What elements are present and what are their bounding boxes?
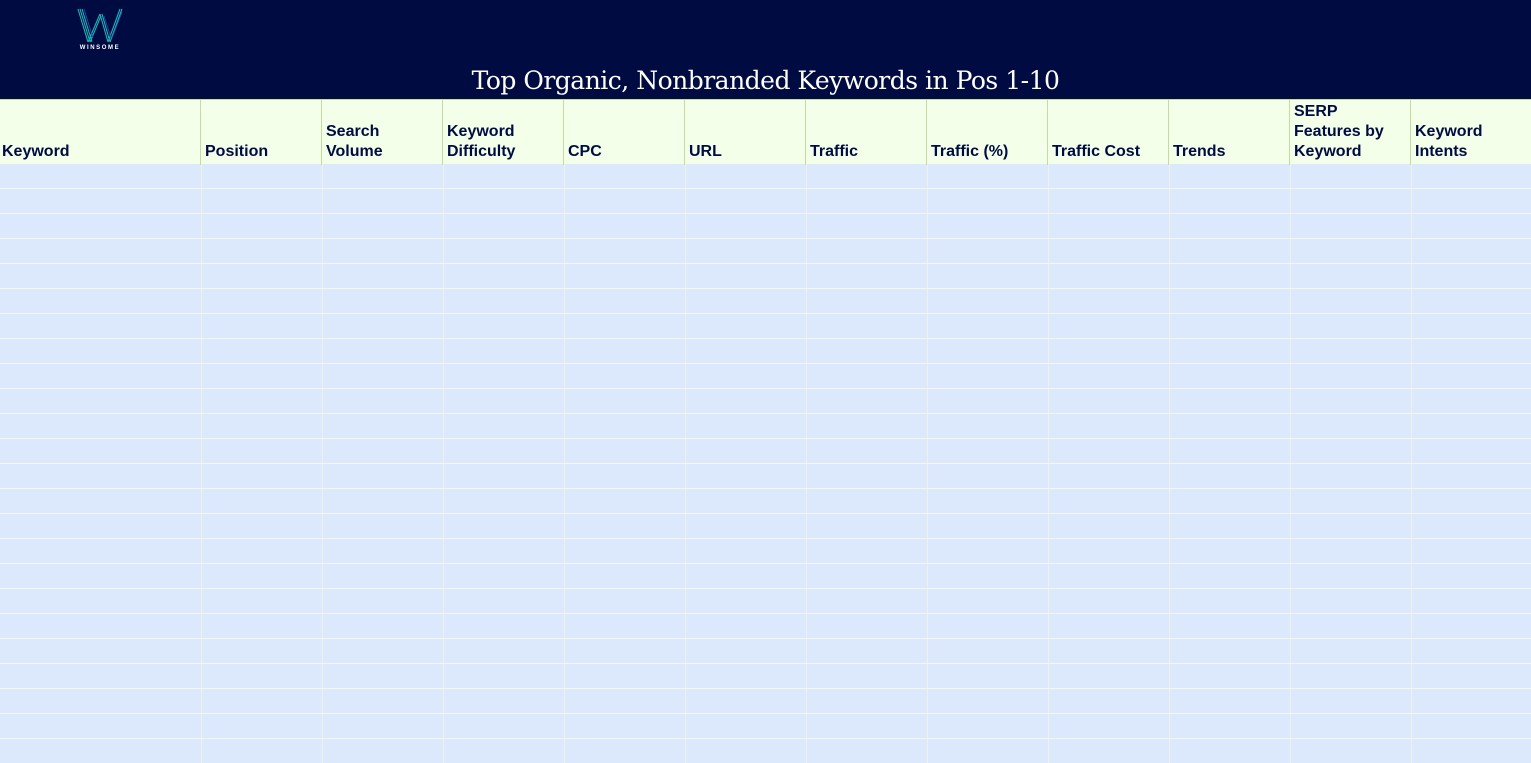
column-header[interactable]: Keyword Intents [1411,100,1531,165]
grid-row-divider [0,513,1531,514]
grid-row-divider [0,438,1531,439]
grid-row-divider [0,263,1531,264]
grid-row-divider [0,388,1531,389]
grid-row-divider [0,463,1531,464]
grid-row-divider [0,713,1531,714]
column-header[interactable]: SERP Features by Keyword [1290,100,1411,165]
winsome-w-icon [77,8,123,43]
grid-row-divider [0,188,1531,189]
grid-row-divider [0,638,1531,639]
column-header[interactable]: Keyword [0,100,201,165]
grid-row-divider [0,738,1531,739]
page-title: Top Organic, Nonbranded Keywords in Pos … [471,66,1060,95]
grid-row-divider [0,663,1531,664]
logo-wordmark: WINSOME [79,45,121,51]
grid-row-divider [0,688,1531,689]
column-header[interactable]: Search Volume [322,100,443,165]
grid-row-divider [0,488,1531,489]
grid-row-divider [0,538,1531,539]
grid-row-divider [0,238,1531,239]
table-body[interactable] [0,164,1531,763]
keywords-table: Keyword Position Search Volume Keyword Diff… [0,99,1531,763]
header-banner: WINSOME Top Organic, Nonbranded Keywords… [0,0,1531,99]
grid-row-divider [0,588,1531,589]
column-header[interactable]: URL [685,100,806,165]
column-header[interactable]: Keyword Difficulty [443,100,564,165]
grid-row-divider [0,413,1531,414]
column-header[interactable]: CPC [564,100,685,165]
column-header[interactable]: Position [201,100,322,165]
column-header[interactable]: Traffic Cost [1048,100,1169,165]
grid-row-divider [0,213,1531,214]
column-header[interactable]: Traffic [806,100,927,165]
grid-row-divider [0,613,1531,614]
grid-row-divider [0,288,1531,289]
winsome-logo: WINSOME [76,8,124,54]
grid-row-divider [0,363,1531,364]
table-header-row: Keyword Position Search Volume Keyword Diff… [0,99,1531,165]
grid-row-divider [0,313,1531,314]
grid-row-divider [0,563,1531,564]
grid-row-divider [0,338,1531,339]
column-header[interactable]: Traffic (%) [927,100,1048,165]
column-header[interactable]: Trends [1169,100,1290,165]
